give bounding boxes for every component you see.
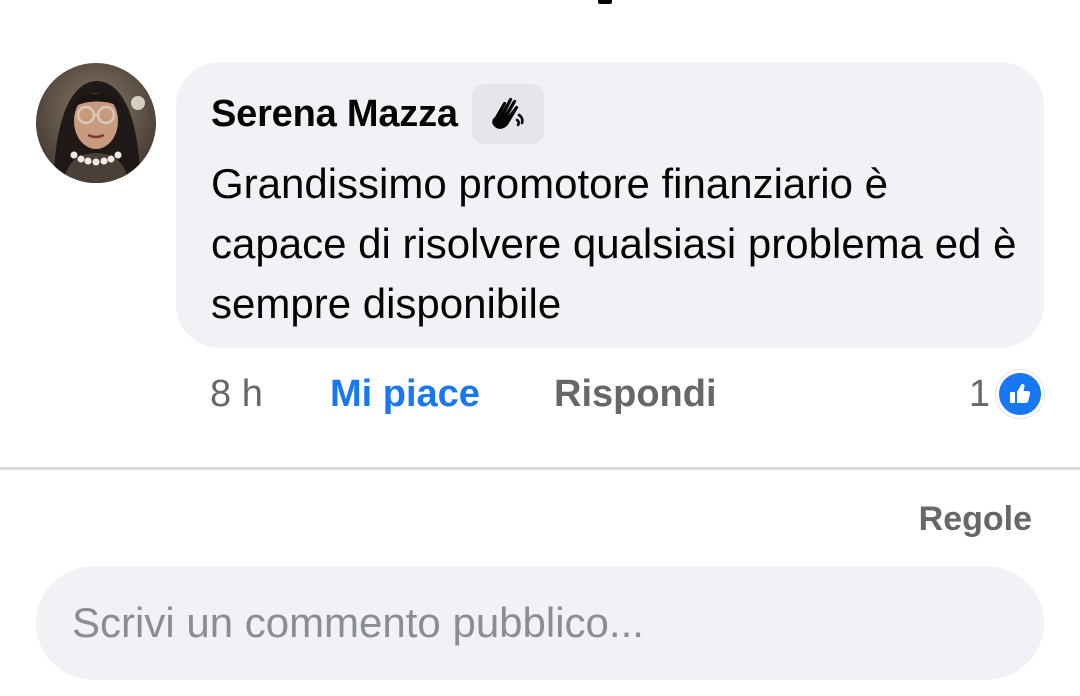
reaction-count: 1 [968,372,990,415]
section-divider [0,467,1080,470]
comment-text: Grandissimo promotore finanziario è capa… [211,160,1017,327]
avatar[interactable] [36,63,156,183]
comment-input[interactable] [36,566,1044,680]
comment-header: Serena Mazza [211,84,544,144]
reaction-summary[interactable]: 1 [969,366,1044,422]
reply-button[interactable]: Rispondi [554,373,717,416]
like-thumb-icon [996,370,1044,418]
comment-bubble[interactable]: Serena Mazza Grandissimo promotore finan… [176,62,1044,348]
comment-thread-view: Serena Mazza Grandissimo promotore finan… [0,0,1080,696]
comment-timestamp[interactable]: 8 h [210,373,330,416]
waving-hand-icon[interactable] [471,84,544,144]
comment-actions: 8 h Mi piace Rispondi [210,366,717,422]
previous-content-edge [598,0,612,4]
avatar-photo [36,63,156,183]
rules-link[interactable]: Regole [919,500,1032,539]
author-name[interactable]: Serena Mazza [211,93,458,136]
like-button[interactable]: Mi piace [330,373,554,416]
